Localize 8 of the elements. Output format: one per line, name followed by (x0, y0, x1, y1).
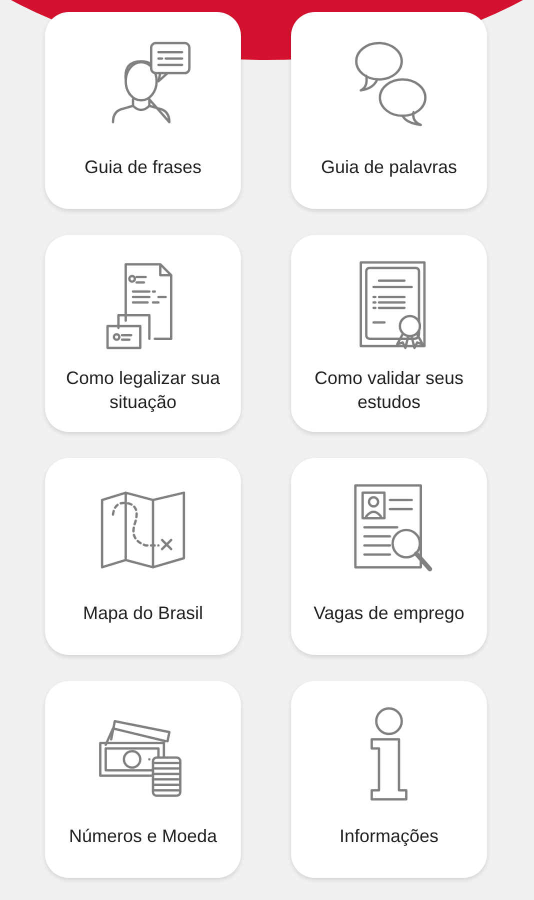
menu-card[interactable]: Como validar seus estudos (291, 235, 487, 432)
menu-card[interactable]: Informações (291, 681, 487, 878)
menu-card[interactable]: Mapa do Brasil (45, 458, 241, 655)
menu-card[interactable]: Como legalizar sua situação (45, 235, 241, 432)
menu-card[interactable]: Guia de palavras (291, 12, 487, 209)
menu-card[interactable]: Números e Moeda (45, 681, 241, 878)
menu-card[interactable]: Guia de frases (45, 12, 241, 209)
menu-card[interactable]: Vagas de emprego (291, 458, 487, 655)
